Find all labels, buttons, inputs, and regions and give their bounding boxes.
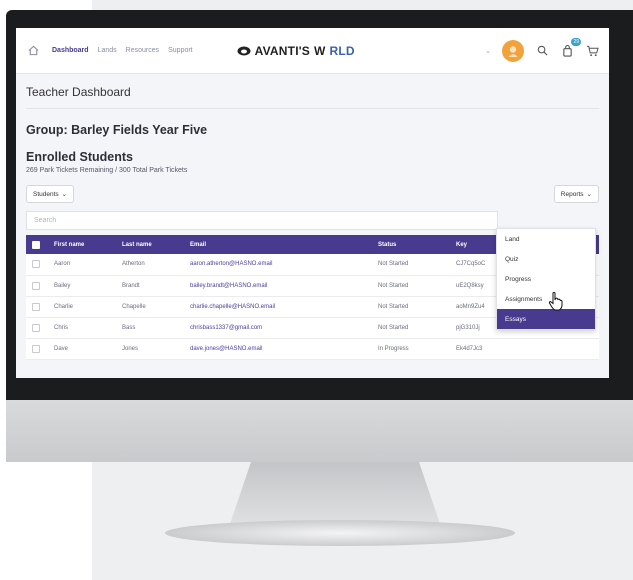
chevron-down-icon[interactable]: ⌄ [485, 47, 491, 55]
column-header-last-name[interactable]: Last name [116, 235, 184, 254]
menu-item-essays[interactable]: Essays [497, 309, 595, 329]
reports-menu: Land Quiz Progress Assignments Essays [496, 228, 596, 330]
first-name-cell: Bailey [48, 275, 116, 297]
column-header-status[interactable]: Status [372, 235, 450, 254]
avatar[interactable] [502, 39, 524, 62]
email-cell[interactable]: dave.jones@HASNO.email [184, 338, 372, 360]
row-select-cell [26, 254, 48, 276]
top-navigation-bar: Dashboard Lands Resources Support AVANTI… [16, 28, 609, 74]
students-dropdown-label: Students [33, 190, 59, 198]
students-dropdown-button[interactable]: Students ⌄ [26, 185, 75, 203]
row-select-cell [26, 338, 48, 360]
reports-dropdown-button[interactable]: Reports ⌄ [553, 185, 599, 203]
column-header-email[interactable]: Email [184, 235, 372, 254]
chevron-down-icon: ⌄ [61, 191, 68, 198]
search-icon[interactable] [535, 44, 549, 58]
nav-item-dashboard[interactable]: Dashboard [52, 47, 89, 54]
last-name-cell: Jones [116, 338, 184, 360]
email-cell[interactable]: bailey.brandt@HASNO.email [184, 275, 372, 297]
hand-cursor-icon [548, 291, 563, 311]
menu-item-assignments[interactable]: Assignments [497, 289, 595, 309]
status-cell: Not Started [372, 254, 450, 276]
chevron-down-icon: ⌄ [586, 191, 592, 198]
section-title: Enrolled Students [26, 150, 133, 164]
page-title: Teacher Dashboard [26, 74, 599, 109]
table-controls: Students ⌄ Reports ⌄ [26, 185, 599, 203]
app-screen: Dashboard Lands Resources Support AVANTI… [16, 28, 609, 378]
row-checkbox[interactable] [32, 260, 40, 269]
status-cell: Not Started [372, 317, 450, 339]
email-cell[interactable]: chrisbass1337@gmail.com [184, 317, 372, 339]
last-name-cell: Bass [116, 317, 184, 339]
table-row[interactable]: Dave Jones dave.jones@HASNO.email In Pro… [26, 338, 599, 360]
row-checkbox[interactable] [32, 302, 40, 311]
nav-item-lands[interactable]: Lands [98, 47, 117, 54]
row-checkbox[interactable] [32, 281, 40, 290]
first-name-cell: Dave [48, 338, 116, 360]
home-icon[interactable] [26, 44, 40, 58]
monitor-stand-neck [230, 462, 440, 524]
brand-name-part1: AVANTI'S [254, 43, 310, 58]
nav-item-resources[interactable]: Resources [126, 47, 159, 54]
search-input[interactable]: Search [26, 211, 498, 230]
group-title: Group: Barley Fields Year Five [26, 123, 208, 137]
row-select-cell [26, 317, 48, 339]
monitor-stand-foot [165, 520, 515, 546]
brand-name-part3: RLD [329, 43, 355, 58]
select-all-cell [26, 235, 48, 254]
notification-badge: 29 [571, 37, 581, 46]
column-header-first-name[interactable]: First name [48, 235, 116, 254]
row-checkbox[interactable] [32, 323, 40, 332]
row-checkbox[interactable] [32, 344, 40, 353]
menu-item-progress[interactable]: Progress [497, 269, 595, 289]
nav-item-support[interactable]: Support [168, 47, 193, 54]
ticket-count: 269 Park Tickets Remaining / 300 Total P… [26, 167, 188, 174]
status-cell: Not Started [372, 275, 450, 297]
email-cell[interactable]: aaron.atherton@HASNO.email [184, 254, 372, 276]
menu-item-quiz[interactable]: Quiz [497, 249, 595, 269]
first-name-cell: Chris [48, 317, 116, 339]
last-name-cell: Brandt [116, 275, 184, 297]
row-select-cell [26, 275, 48, 297]
select-all-checkbox[interactable] [32, 240, 40, 249]
cart-icon[interactable] [585, 44, 599, 58]
menu-item-land[interactable]: Land [497, 229, 595, 249]
brand-name-part2: W [313, 43, 326, 58]
key-cell: Ek4d7Jc3 [450, 338, 599, 360]
monitor-mockup: Dashboard Lands Resources Support AVANTI… [0, 0, 633, 580]
monitor-chin [6, 400, 633, 462]
first-name-cell: Charlie [48, 296, 116, 318]
bag-icon[interactable]: 29 [560, 37, 581, 58]
last-name-cell: Atherton [116, 254, 184, 276]
main-nav: Dashboard Lands Resources Support [52, 47, 193, 54]
first-name-cell: Aaron [48, 254, 116, 276]
status-cell: In Progress [372, 338, 450, 360]
email-cell[interactable]: charlie.chapelle@HASNO.email [184, 296, 372, 318]
row-select-cell [26, 296, 48, 318]
brand-logo[interactable]: AVANTI'S W RLD [237, 44, 355, 58]
last-name-cell: Chapelle [116, 296, 184, 318]
brand-mark-icon [237, 46, 251, 55]
header-actions: ⌄ 29 [485, 37, 599, 62]
reports-dropdown-label: Reports [560, 190, 584, 198]
status-cell: Not Started [372, 296, 450, 318]
